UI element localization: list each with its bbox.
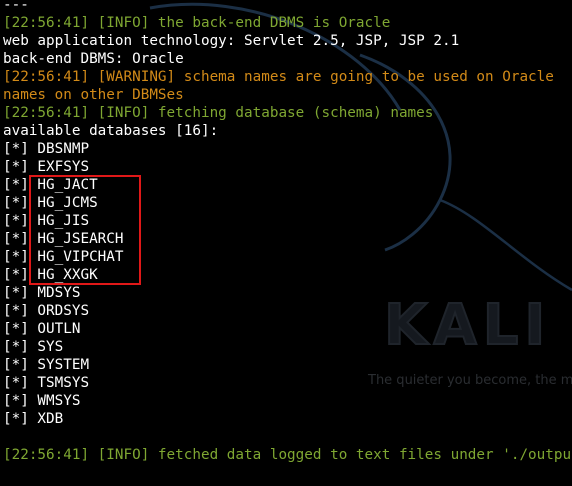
- terminal-line: [*] XDB: [3, 411, 64, 427]
- terminal-line: [*] SYS: [3, 339, 64, 355]
- terminal-line: ---: [3, 0, 29, 13]
- terminal-line: [22:56:41] [WARNING] schema names are go…: [3, 69, 554, 85]
- terminal-line: back-end DBMS: Oracle: [3, 51, 184, 67]
- terminal-line: [22:56:41] [INFO] fetched data logged to…: [3, 447, 572, 463]
- terminal-line: [*] DBSNMP: [3, 141, 90, 157]
- terminal-line: [22:56:41] [INFO] the back-end DBMS is O…: [3, 15, 391, 31]
- terminal-line: [*] MDSYS: [3, 285, 81, 301]
- terminal-line: names on other DBMSes: [3, 87, 184, 103]
- terminal-line: [*] EXFSYS: [3, 159, 90, 175]
- terminal-line: web application technology: Servlet 2.5,…: [3, 33, 460, 49]
- terminal-line: [*] TSMSYS: [3, 375, 90, 391]
- terminal-window[interactable]: KALI LI The quieter you become, the m --…: [0, 0, 572, 486]
- terminal-line: [*] WMSYS: [3, 393, 81, 409]
- terminal-line: [*] ORDSYS: [3, 303, 90, 319]
- highlight-box-hg-databases: [29, 175, 141, 285]
- terminal-line: [*] SYSTEM: [3, 357, 90, 373]
- terminal-line: available databases [16]:: [3, 123, 219, 139]
- terminal-line: [*] OUTLN: [3, 321, 81, 337]
- terminal-line: [22:56:41] [INFO] fetching database (sch…: [3, 105, 434, 121]
